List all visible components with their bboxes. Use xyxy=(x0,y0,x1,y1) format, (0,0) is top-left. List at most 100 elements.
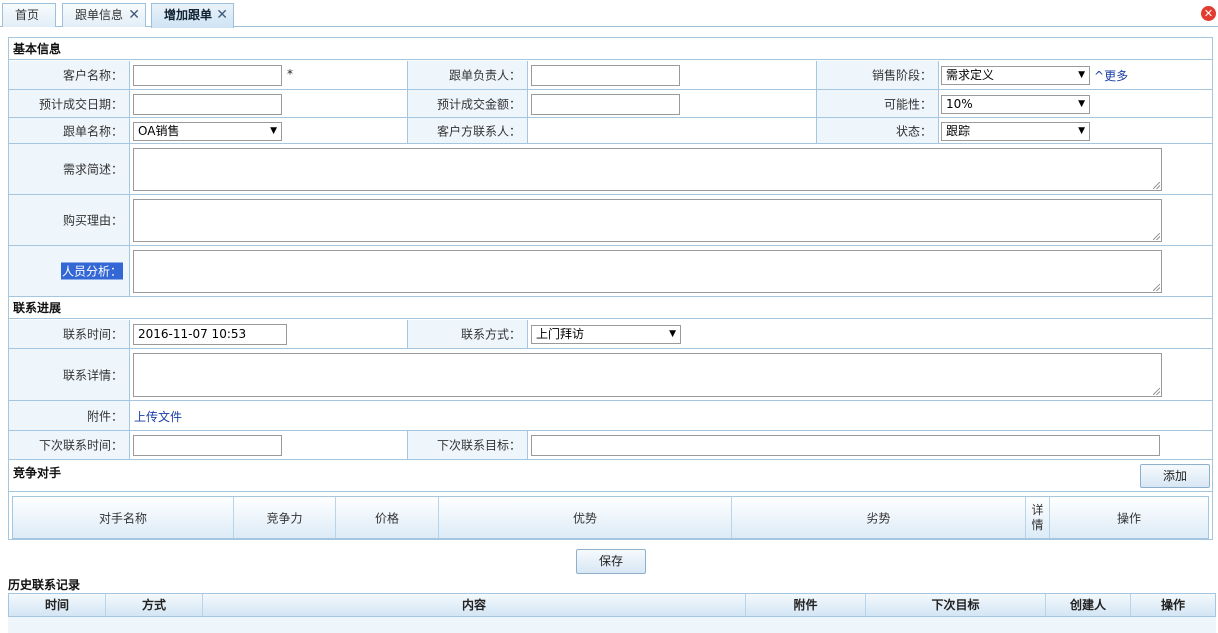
resize-grip-icon[interactable] xyxy=(1153,388,1160,395)
label-text: 联系时间： xyxy=(62,327,123,342)
add-competitor-button[interactable]: 添加 xyxy=(1140,464,1210,488)
possibility-select[interactable]: 10% ▼ xyxy=(941,95,1090,114)
label-text: 预计成交金额： xyxy=(436,97,521,111)
reason-textarea[interactable] xyxy=(133,199,1162,242)
form-row: 联系时间： 2016-11-07 10:53 联系方式： 上门拜访 ▼ xyxy=(9,320,1212,349)
column-label: 对手名称 xyxy=(98,511,147,525)
status-select[interactable]: 跟踪 ▼ xyxy=(941,122,1090,141)
contact-detail-label: 联系详情： xyxy=(9,349,130,400)
more-link[interactable]: ^更多 xyxy=(1094,67,1128,84)
selected-value: OA销售 xyxy=(138,124,180,138)
possibility-label: 可能性： xyxy=(817,90,939,117)
next-goal-input[interactable] xyxy=(531,435,1160,456)
tab-label: 首页 xyxy=(15,8,40,22)
column-header[interactable]: 竞争力 xyxy=(234,497,336,538)
column-label: 竞争力 xyxy=(266,511,303,525)
label-text: 人员分析： xyxy=(60,262,123,280)
attachment-label: 附件： xyxy=(9,401,130,430)
column-label: 操作 xyxy=(1116,511,1141,525)
upload-file-link[interactable]: 上传文件 xyxy=(134,408,182,425)
close-all-icon[interactable]: ✕ xyxy=(1201,6,1216,21)
column-header[interactable]: 下次目标 xyxy=(866,594,1046,616)
selected-value: 10% xyxy=(946,97,973,111)
customer-name-label: 客户名称： xyxy=(9,61,130,89)
stage-label: 销售阶段： xyxy=(817,61,939,89)
column-header[interactable]: 劣势 xyxy=(732,497,1026,538)
close-icon[interactable]: ✕ xyxy=(128,4,140,26)
needs-textarea[interactable] xyxy=(133,148,1162,191)
owner-input[interactable] xyxy=(531,65,680,86)
stage-select[interactable]: 需求定义 ▼ xyxy=(941,66,1090,85)
cell: OA销售 ▼ xyxy=(130,118,408,143)
cell xyxy=(130,90,408,117)
form-row: 需求简述： xyxy=(9,144,1212,195)
label-text: 可能性： xyxy=(883,97,932,111)
tab-label: 跟单信息 xyxy=(75,8,124,22)
contact-detail-textarea[interactable] xyxy=(133,353,1162,397)
resize-grip-icon[interactable] xyxy=(1153,233,1160,240)
column-header[interactable]: 操作 xyxy=(1131,594,1215,616)
expected-date-input[interactable] xyxy=(133,94,282,115)
customer-name-input[interactable] xyxy=(133,65,282,86)
section-title-contact: 联系进展 xyxy=(9,297,1212,319)
cell: 2016-11-07 10:53 xyxy=(130,320,408,348)
cell: 上传文件 xyxy=(130,401,1212,430)
contact-time-input[interactable]: 2016-11-07 10:53 xyxy=(133,324,287,345)
chevron-down-icon: ▼ xyxy=(669,329,676,339)
tab-home[interactable]: 首页 xyxy=(2,3,56,27)
cell: 10% ▼ xyxy=(939,90,1212,117)
chevron-down-icon: ▼ xyxy=(1078,70,1085,80)
column-header[interactable]: 操作 xyxy=(1050,497,1208,538)
tab-deal-info[interactable]: 跟单信息 ✕ xyxy=(62,3,146,27)
save-button[interactable]: 保存 xyxy=(576,549,646,574)
column-header[interactable]: 创建人 xyxy=(1046,594,1131,616)
form-row: 人员分析： xyxy=(9,246,1212,297)
column-header[interactable]: 内容 xyxy=(203,594,746,616)
label-text: 跟单负责人： xyxy=(448,68,521,83)
column-header[interactable]: 方式 xyxy=(106,594,203,616)
label-text: 客户方联系人： xyxy=(436,124,521,138)
column-header[interactable]: 价格 xyxy=(336,497,439,538)
status-label: 状态： xyxy=(817,118,939,143)
needs-label: 需求简述： xyxy=(9,144,130,194)
resize-grip-icon[interactable] xyxy=(1153,182,1160,189)
cell: 上门拜访 ▼ xyxy=(528,320,1212,348)
close-icon[interactable]: ✕ xyxy=(216,4,228,26)
cell: 需求定义 ▼ ^更多 xyxy=(939,61,1212,89)
cell xyxy=(130,195,1212,245)
contact-method-select[interactable]: 上门拜访 ▼ xyxy=(531,325,681,344)
expected-amount-input[interactable] xyxy=(531,94,680,115)
resize-grip-icon[interactable] xyxy=(1153,284,1160,291)
cell xyxy=(130,431,408,459)
selected-value: 需求定义 xyxy=(946,68,995,82)
next-time-input[interactable] xyxy=(133,435,282,456)
column-header[interactable]: 附件 xyxy=(746,594,866,616)
column-label: 劣势 xyxy=(866,511,891,525)
column-header[interactable]: 对手名称 xyxy=(13,497,234,538)
chevron-down-icon: ▼ xyxy=(270,126,277,136)
cell: 跟踪 ▼ xyxy=(939,118,1212,143)
selected-value: 上门拜访 xyxy=(536,327,585,341)
tab-add-deal[interactable]: 增加跟单 ✕ xyxy=(151,3,234,28)
deal-form-panel: 基本信息 客户名称： * 跟单负责人： 销售阶段： 需求定义 ▼ ^更多 预计成… xyxy=(8,37,1213,540)
cell: * xyxy=(130,61,408,89)
section-title-competitors: 竞争对手 xyxy=(13,466,62,480)
label-text: 需求简述： xyxy=(62,162,123,177)
column-label: 详情 xyxy=(1031,502,1044,532)
column-header[interactable]: 优势 xyxy=(439,497,732,538)
form-row: 跟单名称： OA销售 ▼ 客户方联系人： 状态： 跟踪 ▼ xyxy=(9,118,1212,144)
expected-amount-label: 预计成交金额： xyxy=(408,90,528,117)
tab-bar: 首页 跟单信息 ✕ 增加跟单 ✕ ✕ xyxy=(0,0,1218,28)
deal-name-select[interactable]: OA销售 ▼ xyxy=(133,122,282,141)
chevron-up-icon: ^ xyxy=(1094,69,1105,83)
label-text: 联系详情： xyxy=(62,368,123,382)
people-analysis-label: 人员分析： xyxy=(9,246,130,296)
column-header[interactable]: 详情 xyxy=(1026,497,1050,538)
cell xyxy=(130,246,1212,296)
label-text: 下次联系目标： xyxy=(436,438,521,453)
cell xyxy=(528,61,817,89)
history-table-header: 时间 方式 内容 附件 下次目标 创建人 操作 xyxy=(8,593,1216,617)
people-analysis-textarea[interactable] xyxy=(133,250,1162,293)
label-text: 附件： xyxy=(86,409,123,423)
column-header[interactable]: 时间 xyxy=(9,594,106,616)
